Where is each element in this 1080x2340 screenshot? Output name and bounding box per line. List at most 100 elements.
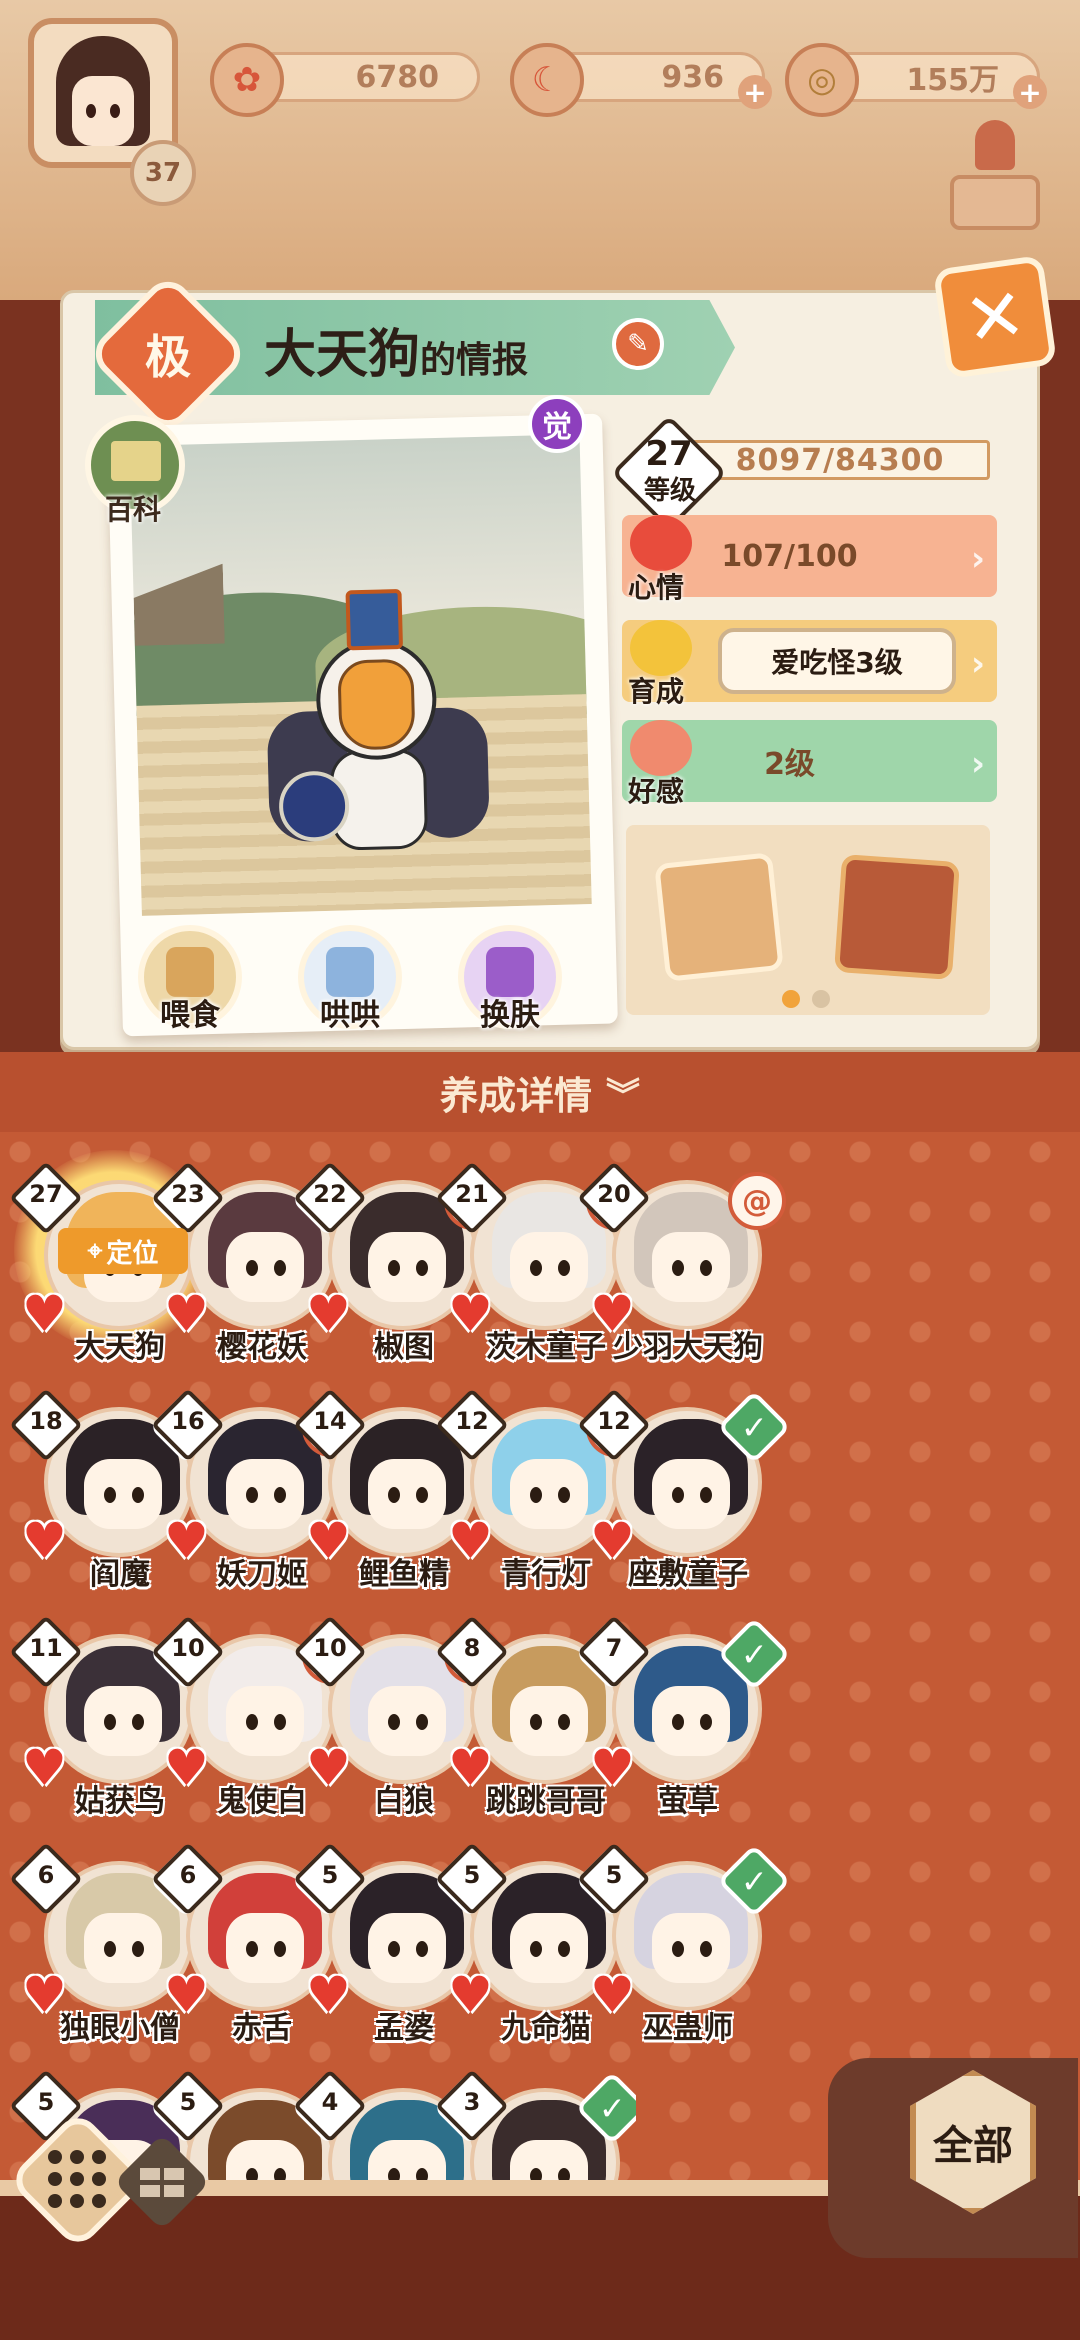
double-chevron-down-icon: ︾ bbox=[606, 1075, 640, 1116]
portrait-face bbox=[652, 1913, 730, 1983]
portrait-eye bbox=[132, 1714, 144, 1730]
portrait-eye bbox=[672, 1714, 684, 1730]
roster-level: 5 bbox=[605, 1861, 623, 1889]
chevron-right-icon: › bbox=[970, 539, 985, 579]
portrait-eye bbox=[274, 1260, 286, 1276]
portrait-eye bbox=[274, 1487, 286, 1503]
resource-coin[interactable]: ◎ 155万 + bbox=[785, 43, 1047, 117]
roster-item[interactable]: 5 ✓ ♥ 巫蛊师 bbox=[577, 1831, 791, 2051]
shikigami-figure[interactable] bbox=[263, 587, 490, 873]
roster-level: 22 bbox=[313, 1180, 347, 1208]
portrait-eye bbox=[388, 1260, 400, 1276]
edit-name-button[interactable]: ✎ bbox=[612, 318, 664, 370]
page-dot bbox=[812, 990, 830, 1008]
locate-button[interactable]: ⌖ 定位 bbox=[58, 1228, 188, 1274]
roster-level: 21 bbox=[455, 1180, 489, 1208]
plum-blossom-icon: ✿ bbox=[210, 43, 284, 117]
player-level-badge: 37 bbox=[130, 140, 196, 206]
portrait-face bbox=[226, 1913, 304, 1983]
portrait-eye bbox=[246, 1487, 258, 1503]
portrait-eye bbox=[672, 1260, 684, 1276]
growth-value: 爱吃怪3级 bbox=[718, 628, 956, 694]
growth-label: 育成 bbox=[628, 675, 685, 708]
list-view-icon bbox=[140, 2168, 184, 2198]
growth-details-toggle[interactable]: 养成详情 ︾ bbox=[0, 1052, 1080, 1132]
portrait-eye bbox=[104, 1941, 116, 1957]
roster-level: 14 bbox=[313, 1407, 347, 1435]
roster-level: 18 bbox=[29, 1407, 63, 1435]
roster-name: 巫蛊师 bbox=[643, 2011, 733, 2046]
pin-icon: ⌖ bbox=[87, 1235, 103, 1266]
feed-label: 喂食 bbox=[160, 998, 220, 1033]
resource-magatama[interactable]: ☾ 936 + bbox=[510, 43, 772, 117]
roster-level: 27 bbox=[29, 1180, 63, 1208]
portrait-eye bbox=[274, 1714, 286, 1730]
roster-level: 12 bbox=[597, 1407, 631, 1435]
portrait-eye bbox=[416, 1941, 428, 1957]
portrait-eye bbox=[388, 1487, 400, 1503]
portrait-eye bbox=[104, 1714, 116, 1730]
portrait-eye bbox=[530, 1941, 542, 1957]
portrait-face bbox=[652, 1686, 730, 1756]
resource-plum[interactable]: ✿ 6780 bbox=[210, 43, 480, 117]
roster-level: 10 bbox=[313, 1634, 347, 1662]
level-value: 27 bbox=[645, 434, 693, 474]
exp-bar: 8097/84300 bbox=[690, 440, 990, 480]
roster-level: 5 bbox=[321, 1861, 339, 1889]
portrait-face bbox=[652, 1459, 730, 1529]
resource-magatama-value: 936 bbox=[661, 59, 724, 95]
portrait-face bbox=[368, 1459, 446, 1529]
portrait-face bbox=[226, 1459, 304, 1529]
portrait-eye bbox=[558, 1714, 570, 1730]
portrait-eye bbox=[530, 1487, 542, 1503]
portrait-eye bbox=[104, 1487, 116, 1503]
portrait-eye bbox=[700, 1487, 712, 1503]
close-button[interactable]: ✕ bbox=[932, 254, 1058, 380]
roster-name: 萤草 bbox=[658, 1784, 718, 1819]
portrait-eye bbox=[700, 1941, 712, 1957]
portrait-face bbox=[84, 1459, 162, 1529]
roster-item[interactable]: 12 ✓ ♥ 座敷童子 bbox=[577, 1377, 791, 1597]
wiki-label: 百科 bbox=[105, 493, 162, 526]
flower-affection-icon bbox=[630, 720, 692, 776]
pencil-icon: ✎ bbox=[627, 329, 649, 359]
roster-level: 12 bbox=[455, 1407, 489, 1435]
spiral-icon: @ bbox=[728, 1172, 786, 1230]
favorite-item-umbrella-icon[interactable] bbox=[834, 854, 960, 980]
add-magatama-icon[interactable]: + bbox=[738, 75, 772, 109]
skin-label: 换肤 bbox=[480, 998, 540, 1033]
roster-level: 6 bbox=[179, 1861, 197, 1889]
level-label: 等级 bbox=[643, 476, 696, 506]
coin-icon: ◎ bbox=[785, 43, 859, 117]
roster-level: 3 bbox=[463, 2088, 481, 2116]
portrait-eye bbox=[416, 1487, 428, 1503]
portrait-eye bbox=[558, 1941, 570, 1957]
portrait-face bbox=[368, 1913, 446, 1983]
roster-level: 5 bbox=[179, 2088, 197, 2116]
resource-coin-value: 155万 bbox=[906, 63, 999, 98]
portrait-eye bbox=[530, 1260, 542, 1276]
roster-item[interactable]: 3✓♥ bbox=[436, 2058, 636, 2188]
roster-level: 5 bbox=[463, 1861, 481, 1889]
roster-item[interactable]: 7 ✓ ♥ 萤草 bbox=[577, 1604, 791, 1824]
portrait-eye bbox=[388, 1941, 400, 1957]
portrait-face bbox=[510, 1913, 588, 1983]
title-suffix: 的情报 bbox=[420, 339, 529, 381]
add-coin-icon[interactable]: + bbox=[1013, 75, 1047, 109]
roster-name: 座敷童子 bbox=[628, 1557, 748, 1592]
book-icon bbox=[111, 441, 161, 481]
roster-name: 少羽大天狗 bbox=[613, 1330, 763, 1365]
roster-level: 7 bbox=[605, 1634, 623, 1662]
roster-level: 10 bbox=[171, 1634, 205, 1662]
portrait-scene bbox=[129, 434, 592, 916]
portrait-eye bbox=[700, 1260, 712, 1276]
portrait-face bbox=[368, 1232, 446, 1302]
resource-plum-value: 6780 bbox=[355, 59, 440, 95]
portrait-eye bbox=[700, 1714, 712, 1730]
roster-item[interactable]: 20 @ ♥ 少羽大天狗 bbox=[577, 1150, 786, 1370]
portrait-eye bbox=[132, 1941, 144, 1957]
rank-label: 极 bbox=[145, 330, 191, 384]
portrait-eye bbox=[246, 1941, 258, 1957]
awaken-badge: 觉 bbox=[528, 395, 586, 453]
favorite-food-sushi-icon[interactable] bbox=[654, 852, 784, 982]
